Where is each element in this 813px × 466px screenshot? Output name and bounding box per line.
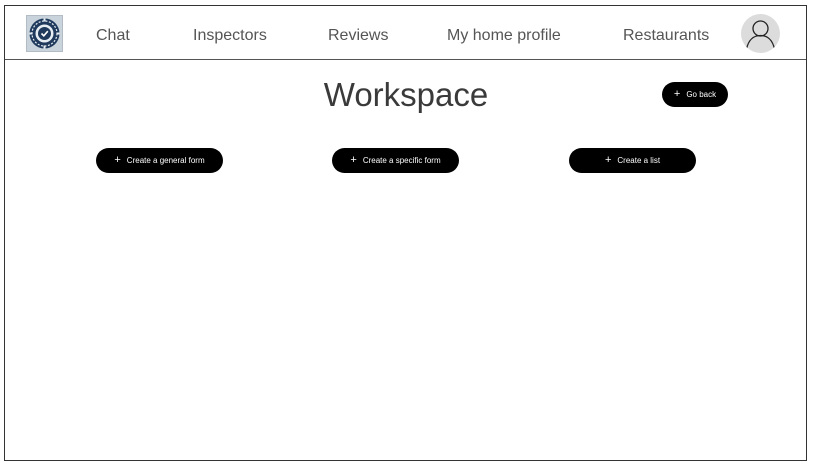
- create-list-label: Create a list: [617, 156, 661, 165]
- page-title: Workspace: [323, 76, 489, 113]
- app-window: Chat Inspectors Reviews My home profile …: [4, 5, 807, 461]
- create-list-button[interactable]: + Create a list: [569, 148, 696, 173]
- create-specific-form-label: Create a specific form: [362, 156, 441, 165]
- nav-link-inspectors[interactable]: Inspectors: [193, 26, 267, 46]
- plus-icon: +: [350, 154, 357, 166]
- nav-link-chat[interactable]: Chat: [96, 26, 130, 46]
- nav-link-reviews[interactable]: Reviews: [328, 26, 388, 46]
- user-avatar-icon: [745, 20, 776, 50]
- go-back-label: Go back: [686, 90, 717, 99]
- avatar[interactable]: [741, 14, 780, 53]
- logo-icon[interactable]: [26, 15, 63, 52]
- create-specific-form-button[interactable]: + Create a specific form: [332, 148, 459, 173]
- nav-link-my-home-profile[interactable]: My home profile: [447, 26, 561, 46]
- create-general-form-button[interactable]: + Create a general form: [96, 148, 223, 173]
- plus-icon: +: [114, 154, 121, 166]
- top-nav: Chat Inspectors Reviews My home profile …: [5, 6, 806, 60]
- plus-icon: +: [604, 154, 612, 166]
- plus-icon: +: [673, 88, 681, 100]
- go-back-button[interactable]: + Go back: [662, 82, 728, 107]
- create-general-form-label: Create a general form: [126, 156, 205, 165]
- nav-link-restaurants[interactable]: Restaurants: [623, 26, 709, 46]
